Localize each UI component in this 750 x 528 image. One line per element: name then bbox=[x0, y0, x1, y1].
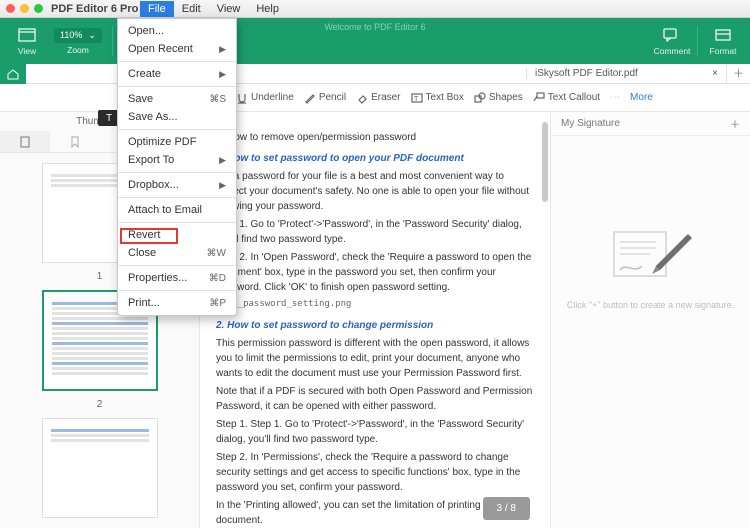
svg-text:T: T bbox=[414, 96, 419, 103]
tool-underline[interactable]: Underline bbox=[236, 92, 294, 104]
ellipsis-icon: ⋯ bbox=[610, 92, 620, 103]
toolbar-zoom[interactable]: 110%⌄ Zoom bbox=[48, 28, 108, 55]
app-title: PDF Editor 6 Pro bbox=[51, 3, 138, 15]
doc-text: Note that if a PDF is secured with both … bbox=[216, 384, 534, 414]
file-create[interactable]: Create▶ bbox=[118, 65, 236, 83]
document-tab-label: iSkysoft PDF Editor.pdf bbox=[535, 68, 638, 79]
tool-text-callout[interactable]: Text Callout bbox=[533, 92, 600, 104]
toolbar-divider bbox=[697, 26, 698, 56]
menu-separator bbox=[118, 222, 236, 223]
thumb-tab-pages[interactable] bbox=[0, 131, 50, 152]
tool-more[interactable]: More bbox=[630, 92, 653, 103]
toolbar-view[interactable]: View bbox=[6, 26, 48, 56]
tool-shapes[interactable]: Shapes bbox=[474, 92, 523, 104]
tool-pencil[interactable]: Pencil bbox=[304, 92, 346, 104]
file-save[interactable]: Save⌘S bbox=[118, 90, 236, 108]
menu-separator bbox=[118, 197, 236, 198]
menu-file[interactable]: File bbox=[140, 1, 174, 17]
window-minimize[interactable] bbox=[20, 4, 29, 13]
signature-placeholder-icon bbox=[606, 226, 696, 286]
file-print[interactable]: Print...⌘P bbox=[118, 294, 236, 312]
doc-text: Step 2. In 'Open Password', check the 'R… bbox=[216, 250, 534, 295]
file-open-recent[interactable]: Open Recent▶ bbox=[118, 40, 236, 58]
menu-separator bbox=[118, 172, 236, 173]
toolbar-format[interactable]: Format bbox=[702, 26, 744, 56]
window-zoom[interactable] bbox=[34, 4, 43, 13]
file-close[interactable]: Close⌘W bbox=[118, 244, 236, 262]
doc-heading: 2. How to set password to change permiss… bbox=[216, 318, 534, 333]
signature-panel-title: My Signature bbox=[561, 118, 620, 129]
doc-text: 3. How to remove open/permission passwor… bbox=[216, 130, 534, 145]
menu-separator bbox=[118, 290, 236, 291]
document-tab[interactable]: iSkysoft PDF Editor.pdf × bbox=[526, 68, 726, 79]
format-icon bbox=[713, 26, 733, 44]
thumb-tab-bookmarks[interactable] bbox=[50, 131, 100, 152]
signature-hint: Click "+" button to create a new signatu… bbox=[553, 300, 748, 310]
chevron-down-icon: ⌄ bbox=[88, 30, 96, 41]
scrollbar[interactable] bbox=[542, 122, 548, 202]
page-indicator[interactable]: 3 / 8 bbox=[483, 497, 530, 520]
doc-text: Step 1. Go to 'Protect'->'Password', in … bbox=[216, 217, 534, 247]
view-icon bbox=[17, 26, 37, 44]
page-thumbnail-3[interactable] bbox=[42, 418, 158, 518]
new-tab-button[interactable]: ＋ bbox=[726, 64, 750, 84]
chevron-right-icon: ▶ bbox=[219, 155, 226, 166]
toolbar-welcome: Welcome to PDF Editor 6 bbox=[324, 22, 425, 32]
tool-textbox[interactable]: TText Box bbox=[411, 92, 464, 104]
file-attach-email[interactable]: Attach to Email bbox=[118, 201, 236, 219]
window-close[interactable] bbox=[6, 4, 15, 13]
doc-text: Set a password for your file is a best a… bbox=[216, 169, 534, 214]
document-view[interactable]: 3. How to remove open/permission passwor… bbox=[200, 112, 550, 528]
doc-text: This permission password is different wi… bbox=[216, 336, 534, 381]
file-optimize[interactable]: Optimize PDF bbox=[118, 133, 236, 151]
doc-text: open_password_setting.png bbox=[216, 298, 534, 312]
doc-text: Step 2. In 'Permissions', check the 'Req… bbox=[216, 450, 534, 495]
doc-text: Step 1. Step 1. Go to 'Protect'->'Passwo… bbox=[216, 417, 534, 447]
comment-icon bbox=[662, 26, 682, 44]
file-properties[interactable]: Properties...⌘D bbox=[118, 269, 236, 287]
menu-separator bbox=[118, 61, 236, 62]
menu-view[interactable]: View bbox=[209, 1, 249, 17]
add-signature-button[interactable]: ＋ bbox=[730, 116, 740, 131]
file-dropbox[interactable]: Dropbox...▶ bbox=[118, 176, 236, 194]
doc-heading: 1. How to set password to open your PDF … bbox=[216, 151, 534, 166]
file-save-as[interactable]: Save As... bbox=[118, 108, 236, 126]
toolbar-divider bbox=[112, 26, 113, 56]
menu-help[interactable]: Help bbox=[248, 1, 287, 17]
file-export[interactable]: Export To▶ bbox=[118, 151, 236, 169]
page-number-1: 1 bbox=[97, 271, 103, 282]
tool-eraser[interactable]: Eraser bbox=[356, 92, 400, 104]
chevron-right-icon: ▶ bbox=[219, 180, 226, 191]
chevron-right-icon: ▶ bbox=[219, 69, 226, 80]
zoom-value: 110% bbox=[60, 30, 82, 40]
file-menu-dropdown: Open... Open Recent▶ Create▶ Save⌘S Save… bbox=[117, 18, 237, 316]
toolbar-comment[interactable]: Comment bbox=[651, 26, 693, 56]
menu-separator bbox=[118, 129, 236, 130]
chevron-right-icon: ▶ bbox=[219, 44, 226, 55]
menu-separator bbox=[118, 265, 236, 266]
file-revert[interactable]: Revert bbox=[118, 226, 236, 244]
file-open[interactable]: Open... bbox=[118, 22, 236, 40]
close-icon[interactable]: × bbox=[712, 68, 718, 79]
home-tab[interactable] bbox=[0, 64, 26, 84]
page-number-2: 2 bbox=[97, 399, 103, 410]
menu-edit[interactable]: Edit bbox=[174, 1, 209, 17]
menu-separator bbox=[118, 86, 236, 87]
